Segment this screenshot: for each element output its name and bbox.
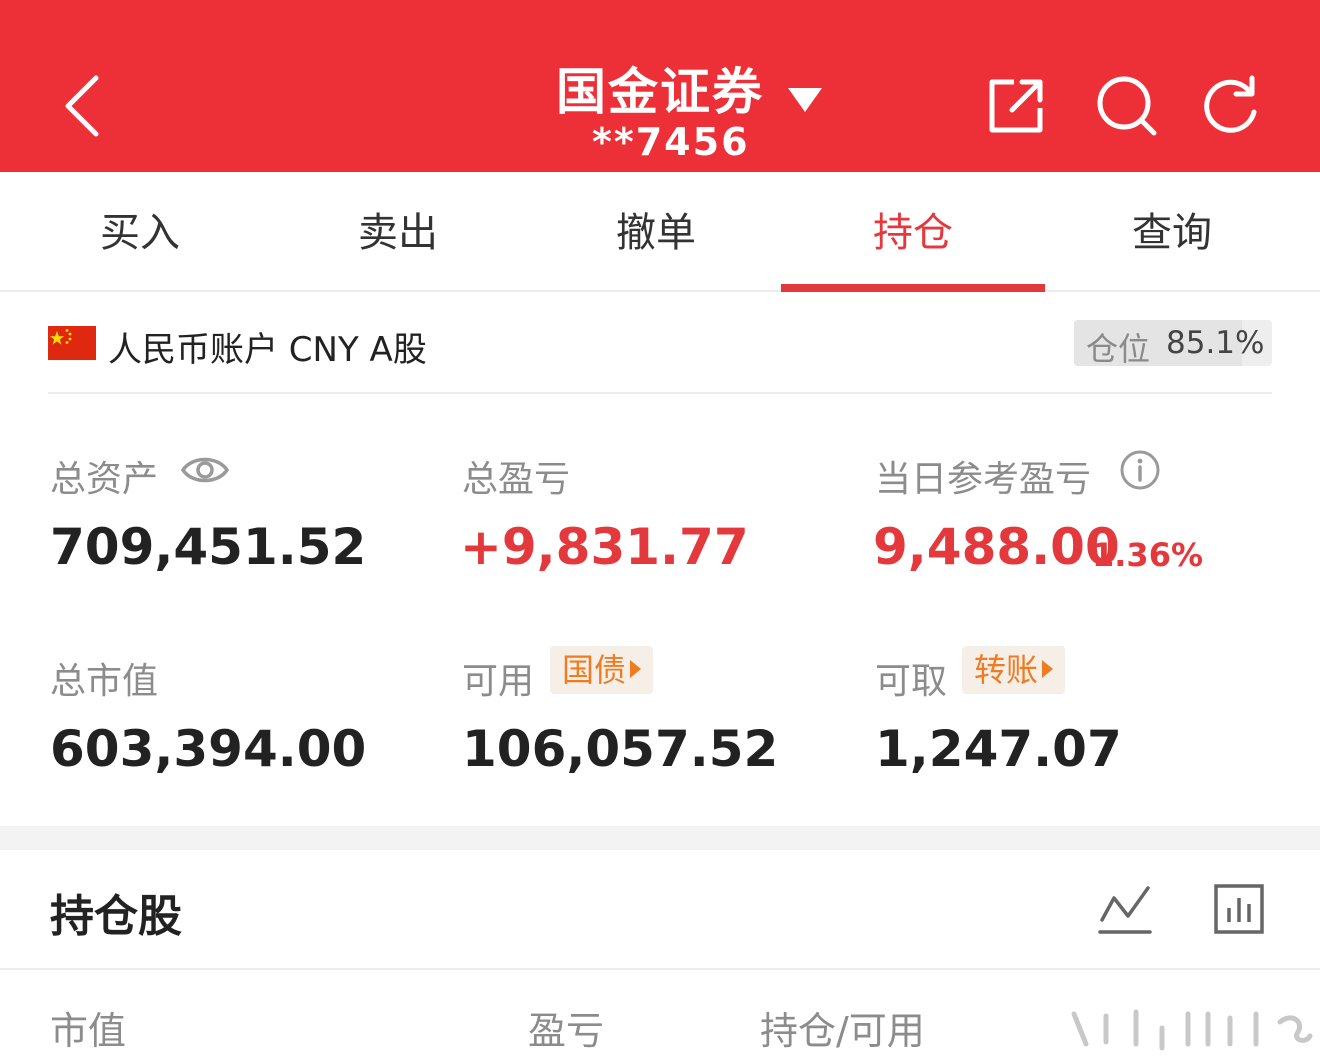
back-arrow-icon — [65, 75, 99, 137]
search-icon — [1097, 76, 1157, 136]
market-value-value: 603,394.00 — [50, 720, 367, 778]
holdings-separator — [0, 968, 1320, 970]
column-header-pnl[interactable]: 盈亏 — [528, 1000, 604, 1055]
broker-title: 国金证券 — [556, 63, 764, 121]
trend-chart-button[interactable] — [1098, 882, 1154, 938]
right-triangle-icon — [630, 660, 642, 678]
daily-pnl-label: 当日参考盈亏 — [875, 459, 1092, 500]
bar-chart-icon — [1214, 884, 1264, 934]
total-assets-label: 总资产 — [50, 459, 159, 500]
daily-pnl-value: 9,488.00 — [873, 518, 1120, 576]
transfer-link-button[interactable]: 转账 — [962, 646, 1066, 694]
info-icon[interactable] — [1118, 448, 1162, 492]
account-row: 人民币账户 CNY A股 仓位 85.1% — [48, 296, 1272, 394]
market-value-label: 总市值 — [50, 661, 159, 702]
available-label: 可用 — [462, 661, 535, 702]
watermark-icon — [1071, 1009, 1313, 1051]
tab-positions[interactable]: 持仓 — [781, 172, 1045, 290]
line-chart-icon — [1098, 886, 1152, 934]
bar-chart-button[interactable] — [1212, 882, 1268, 938]
refresh-icon — [1204, 75, 1257, 133]
tab-buy[interactable]: 买入 — [8, 172, 272, 290]
right-triangle-icon — [1042, 660, 1054, 678]
daily-pnl-percent: 1.36% — [1092, 536, 1204, 574]
dropdown-triangle-icon — [788, 88, 822, 112]
account-type-label: 人民币账户 CNY A股 — [108, 330, 427, 370]
account-switcher[interactable]: 国金证券 **7456 — [500, 52, 840, 164]
position-label: 仓位 — [1086, 330, 1151, 366]
tab-query[interactable]: 查询 — [1040, 172, 1304, 290]
share-out-icon — [989, 79, 1043, 133]
tab-sell[interactable]: 卖出 — [266, 172, 530, 290]
position-value: 85.1% — [1166, 325, 1265, 361]
tab-cancel[interactable]: 撤单 — [524, 172, 788, 290]
app-header: 国金证券 **7456 — [0, 0, 1320, 172]
column-header-market-value[interactable]: 市值 — [50, 1000, 126, 1055]
trade-tabs: 买入 卖出 撤单 持仓 查询 — [0, 172, 1320, 292]
eye-icon[interactable] — [180, 450, 230, 490]
available-value: 106,057.52 — [462, 720, 779, 778]
share-button[interactable] — [984, 72, 1050, 138]
china-flag-icon — [48, 326, 96, 360]
holdings-title: 持仓股 — [50, 891, 182, 942]
position-ratio-badge: 仓位 85.1% — [1074, 320, 1272, 366]
back-button[interactable] — [52, 62, 116, 150]
total-assets-value: 709,451.52 — [50, 518, 367, 576]
section-divider — [0, 826, 1320, 850]
refresh-button[interactable] — [1198, 72, 1264, 138]
withdrawable-label: 可取 — [875, 661, 948, 702]
account-number: **7456 — [592, 120, 750, 164]
active-tab-indicator — [781, 284, 1045, 292]
total-pnl-value: +9,831.77 — [460, 518, 749, 576]
search-button[interactable] — [1094, 72, 1160, 138]
withdrawable-value: 1,247.07 — [875, 720, 1122, 778]
column-header-position[interactable]: 持仓/可用 — [760, 1000, 925, 1055]
transfer-link-label: 转账 — [974, 651, 1039, 689]
bond-link-label: 国债 — [562, 651, 627, 689]
bond-link-button[interactable]: 国债 — [550, 646, 654, 694]
total-pnl-label: 总盈亏 — [462, 459, 571, 500]
